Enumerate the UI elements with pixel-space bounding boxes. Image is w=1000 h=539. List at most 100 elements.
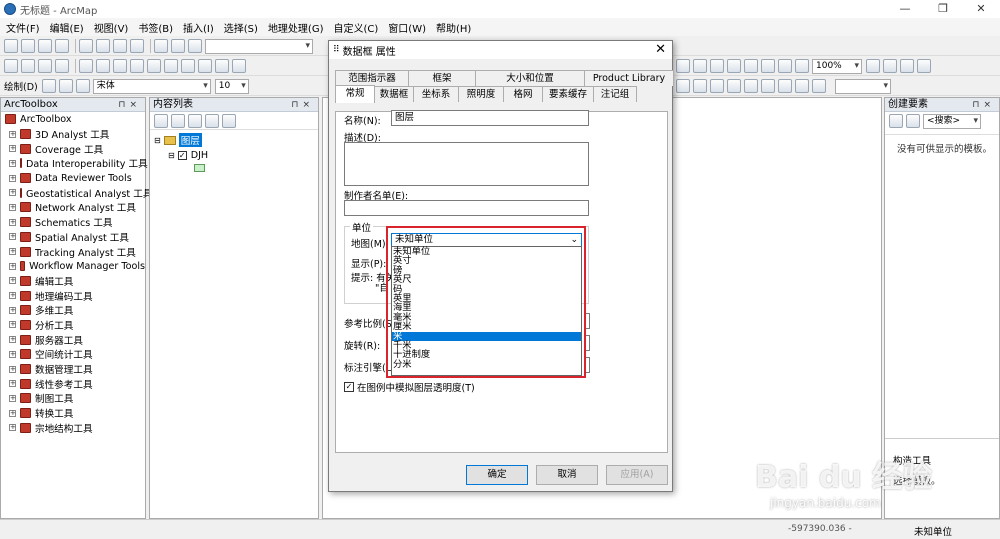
tab-row2-item[interactable]: 注记组 bbox=[593, 86, 637, 102]
editor-tool-7-icon[interactable] bbox=[778, 79, 792, 93]
menu-item[interactable]: 地理处理(G) bbox=[268, 20, 324, 35]
select-elements-icon[interactable] bbox=[181, 59, 195, 73]
editor-tool-9-icon[interactable] bbox=[812, 79, 826, 93]
expand-icon[interactable]: + bbox=[9, 409, 16, 417]
toolbox-item[interactable]: + Data Interoperability 工具 bbox=[1, 156, 148, 171]
expand-icon[interactable]: + bbox=[9, 277, 16, 285]
fixed-zoom-in-icon[interactable] bbox=[79, 59, 93, 73]
tab-general[interactable]: 常规 bbox=[335, 85, 375, 103]
tab-row1-item[interactable]: 范围指示器 bbox=[335, 70, 409, 86]
toc-data-frame[interactable]: ⊟ 图层 bbox=[150, 133, 318, 148]
menu-item[interactable]: 帮助(H) bbox=[436, 20, 471, 35]
zoom-100-icon[interactable] bbox=[744, 59, 758, 73]
print-icon[interactable] bbox=[55, 39, 69, 53]
cancel-button[interactable]: 取消 bbox=[536, 465, 598, 485]
undo-icon[interactable] bbox=[154, 39, 168, 53]
menu-item[interactable]: 选择(S) bbox=[224, 20, 258, 35]
toolbox-item[interactable]: + 制图工具 bbox=[1, 391, 145, 406]
change-layout-icon[interactable] bbox=[900, 59, 914, 73]
menu-item[interactable]: 自定义(C) bbox=[334, 20, 379, 35]
collapse-layer-icon[interactable]: ⊟ bbox=[168, 151, 175, 160]
menu-item[interactable]: 书签(B) bbox=[138, 20, 173, 35]
menu-item[interactable]: 插入(I) bbox=[183, 20, 214, 35]
select-features-icon[interactable] bbox=[147, 59, 161, 73]
tab-row2-item[interactable]: 要素缓存 bbox=[542, 86, 594, 102]
toolbox-item[interactable]: + 宗地结构工具 bbox=[1, 420, 145, 435]
toolbox-item[interactable]: + 分析工具 bbox=[1, 318, 145, 333]
minimize-icon[interactable]: — bbox=[886, 0, 924, 18]
zoom-out-icon[interactable] bbox=[21, 59, 35, 73]
save-icon[interactable] bbox=[38, 39, 52, 53]
menu-item[interactable]: 编辑(E) bbox=[50, 20, 84, 35]
tab-row2-item[interactable]: 数据框 bbox=[374, 86, 414, 102]
new-icon[interactable] bbox=[4, 39, 18, 53]
expand-icon[interactable]: + bbox=[9, 233, 16, 241]
pan-icon[interactable] bbox=[38, 59, 52, 73]
delete-icon[interactable] bbox=[130, 39, 144, 53]
panel-pin-icon[interactable]: ⊓× bbox=[118, 98, 141, 112]
measure-icon[interactable] bbox=[232, 59, 246, 73]
collapse-icon[interactable]: ⊟ bbox=[154, 136, 161, 145]
toolbox-item[interactable]: + Tracking Analyst 工具 bbox=[1, 244, 145, 259]
list-by-visibility-icon[interactable] bbox=[188, 113, 202, 128]
fixed-zoom-out-icon[interactable] bbox=[96, 59, 110, 73]
toolbox-item[interactable]: + Coverage 工具 bbox=[1, 141, 145, 156]
layout-fixed-zoom-out-icon[interactable] bbox=[778, 59, 792, 73]
identify-icon[interactable] bbox=[198, 59, 212, 73]
editor-tool-3-icon[interactable] bbox=[710, 79, 724, 93]
ok-button[interactable]: 确定 bbox=[466, 465, 528, 485]
expand-icon[interactable]: + bbox=[9, 321, 16, 329]
list-by-source-icon[interactable] bbox=[171, 113, 185, 128]
apply-button[interactable]: 应用(A) bbox=[606, 465, 668, 485]
expand-icon[interactable]: + bbox=[9, 380, 16, 388]
toolbox-item[interactable]: + Workflow Manager Tools bbox=[1, 259, 145, 274]
toolbox-item[interactable]: + Schematics 工具 bbox=[1, 215, 145, 230]
scale-combo[interactable] bbox=[205, 38, 313, 54]
expand-icon[interactable]: + bbox=[9, 292, 16, 300]
layout-fixed-zoom-in-icon[interactable] bbox=[761, 59, 775, 73]
font-size-combo[interactable]: 10 bbox=[214, 78, 249, 94]
redo-icon[interactable] bbox=[171, 39, 185, 53]
find-icon[interactable] bbox=[215, 59, 229, 73]
editor-tool-5-icon[interactable] bbox=[744, 79, 758, 93]
layer-visibility-checkbox[interactable]: ✓ bbox=[177, 150, 187, 160]
expand-icon[interactable]: + bbox=[9, 189, 16, 197]
close-window-icon[interactable]: ✕ bbox=[962, 0, 1000, 18]
toolbox-item[interactable]: + 空间统计工具 bbox=[1, 347, 145, 362]
cut-icon[interactable] bbox=[79, 39, 93, 53]
zoom-percent-combo[interactable]: 100% bbox=[812, 58, 862, 74]
toolbox-item[interactable]: + Data Reviewer Tools bbox=[1, 171, 145, 186]
toc-options-icon[interactable] bbox=[222, 113, 236, 128]
toolbox-item[interactable]: + 线性参考工具 bbox=[1, 376, 145, 391]
paste-icon[interactable] bbox=[113, 39, 127, 53]
editor-tool-1-icon[interactable] bbox=[676, 79, 690, 93]
description-input[interactable] bbox=[344, 142, 589, 186]
back-icon[interactable] bbox=[113, 59, 127, 73]
zoom-in-icon[interactable] bbox=[4, 59, 18, 73]
template-filter-icon[interactable] bbox=[906, 114, 920, 128]
menu-item[interactable]: 窗口(W) bbox=[388, 20, 426, 35]
rectangle-icon[interactable] bbox=[58, 79, 73, 93]
copy-icon[interactable] bbox=[96, 39, 110, 53]
credits-input[interactable] bbox=[344, 200, 589, 216]
layout-zoom-in-icon[interactable] bbox=[676, 59, 690, 73]
expand-icon[interactable]: + bbox=[9, 394, 16, 402]
toolbox-item[interactable]: + 数据管理工具 bbox=[1, 362, 145, 377]
text-icon[interactable] bbox=[75, 79, 90, 93]
full-extent-icon[interactable] bbox=[55, 59, 69, 73]
toolbox-item[interactable]: + 地理编码工具 bbox=[1, 288, 145, 303]
expand-icon[interactable]: + bbox=[9, 218, 16, 226]
tab-row1-item[interactable]: 框架 bbox=[408, 70, 476, 86]
toolbox-item[interactable]: + 多维工具 bbox=[1, 303, 145, 318]
tab-row2-item[interactable]: 照明度 bbox=[458, 86, 504, 102]
layer-symbol-icon[interactable] bbox=[194, 164, 205, 173]
focus-data-frame-icon[interactable] bbox=[883, 59, 897, 73]
toolbox-item[interactable]: + Spatial Analyst 工具 bbox=[1, 230, 145, 245]
expand-icon[interactable]: + bbox=[9, 248, 16, 256]
create-pin-icon[interactable]: ⊓× bbox=[972, 98, 995, 112]
arctoolbox-root[interactable]: ArcToolbox bbox=[1, 112, 145, 127]
layout-zoom-out-icon[interactable] bbox=[693, 59, 707, 73]
list-by-selection-icon[interactable] bbox=[205, 113, 219, 128]
expand-icon[interactable]: + bbox=[9, 262, 16, 270]
menu-item[interactable]: 视图(V) bbox=[94, 20, 129, 35]
